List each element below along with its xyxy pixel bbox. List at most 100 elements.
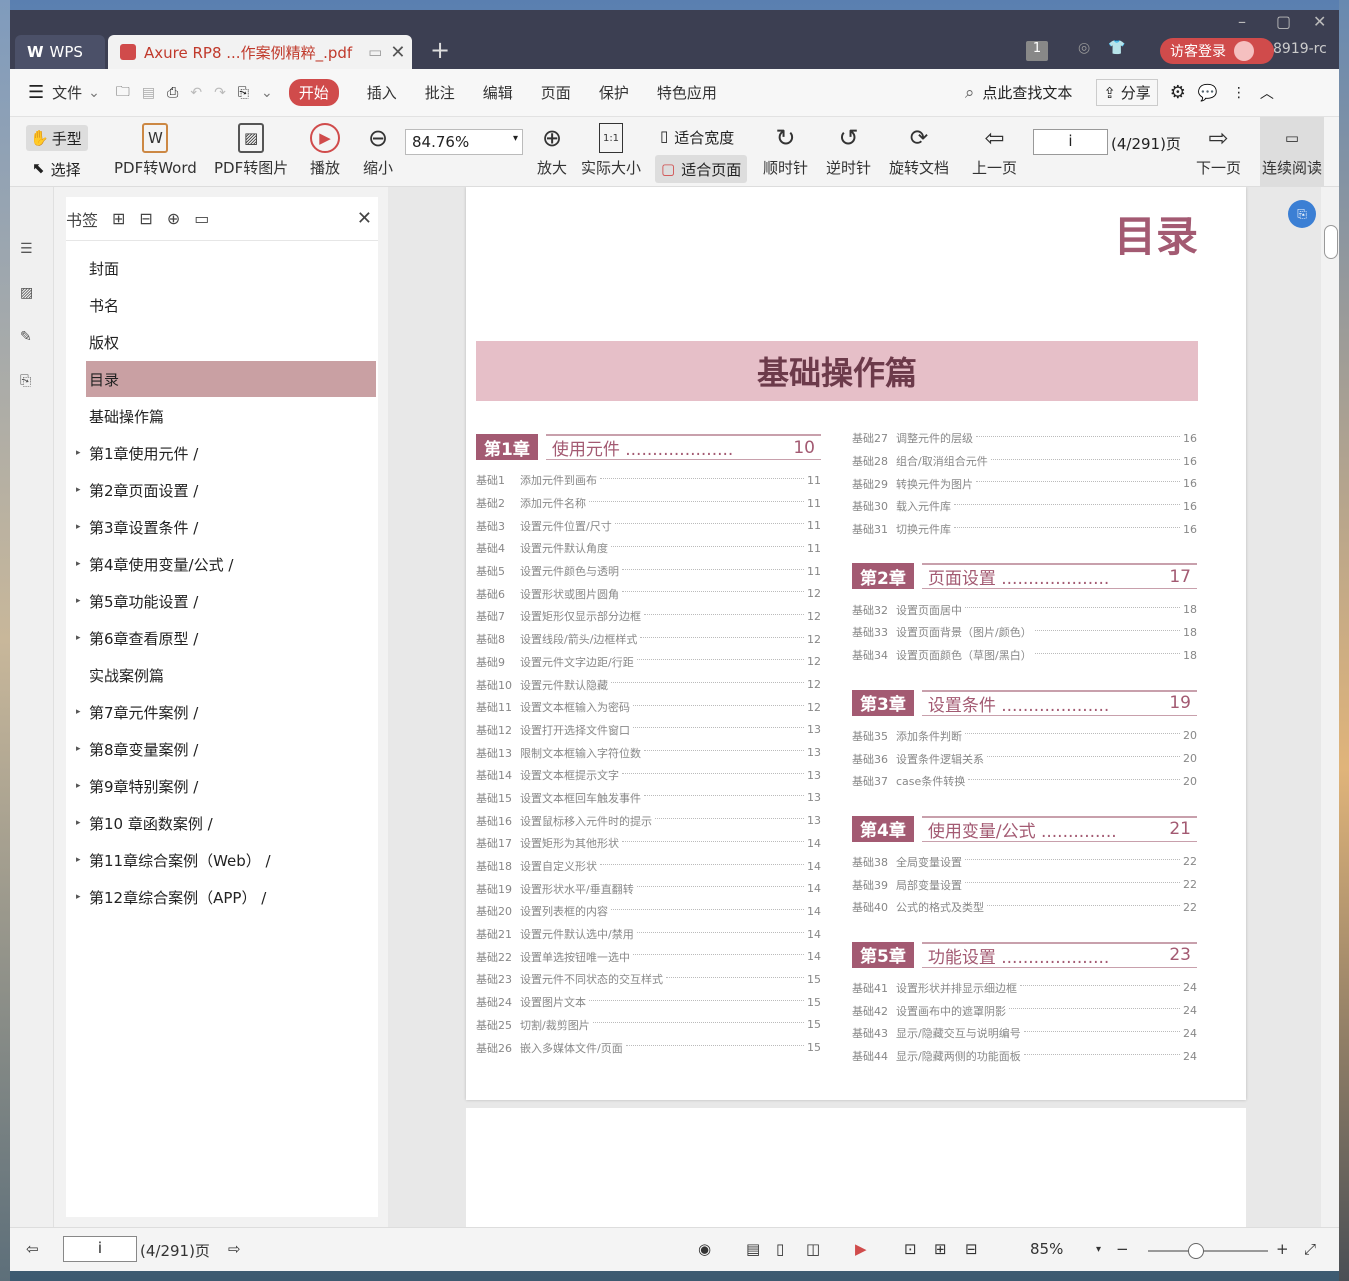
bookmark-item[interactable]: ▸ 第4章使用变量/公式 / bbox=[76, 546, 376, 582]
toc-entry[interactable]: 基础22 设置单选按钮唯一选中 14 bbox=[476, 945, 821, 968]
fullscreen-icon[interactable]: ⤢ bbox=[1304, 1240, 1316, 1258]
thumbnail-icon[interactable]: ▨ bbox=[20, 285, 42, 307]
collapse-all-icon[interactable]: ⊟ bbox=[139, 209, 152, 228]
bookmark-item[interactable]: 实战案例篇 bbox=[86, 657, 376, 693]
actual-size-small-icon[interactable]: ⊡ bbox=[904, 1240, 917, 1258]
expand-arrow-icon[interactable]: ▸ bbox=[76, 707, 81, 717]
fit-width-small-icon[interactable]: ⊟ bbox=[965, 1240, 978, 1258]
toc-entry[interactable]: 基础42 设置画布中的遮罩阴影 24 bbox=[852, 999, 1197, 1022]
minimize-icon[interactable]: – bbox=[1238, 12, 1246, 31]
page-input[interactable]: i bbox=[1033, 129, 1108, 155]
annotation-icon[interactable]: ✎ bbox=[20, 329, 42, 351]
zoom-dropdown-icon[interactable]: ▾ bbox=[1096, 1244, 1101, 1255]
redo-icon[interactable]: ↷ bbox=[214, 85, 226, 101]
fit-width-button[interactable]: ▯ 适合宽度 bbox=[660, 127, 734, 148]
toc-entry[interactable]: 基础23 设置元件不同状态的交互样式 15 bbox=[476, 968, 821, 991]
bookmark-icon[interactable]: ▭ bbox=[194, 209, 209, 228]
toc-entry[interactable]: 基础36 设置条件逻辑关系 20 bbox=[852, 747, 1197, 770]
toc-entry[interactable]: 基础29 转换元件为图片 16 bbox=[852, 472, 1197, 495]
fit-page-button[interactable]: ▢ 适合页面 bbox=[655, 155, 747, 183]
toc-entry[interactable]: 基础10 设置元件默认隐藏 12 bbox=[476, 673, 821, 696]
expand-arrow-icon[interactable]: ▸ bbox=[76, 744, 81, 754]
menu-protect[interactable]: 保护 bbox=[599, 82, 629, 103]
bookmark-item[interactable]: 基础操作篇 bbox=[86, 398, 376, 434]
bookmark-item[interactable]: 书名 bbox=[86, 287, 376, 323]
menu-icon[interactable]: ☰ bbox=[28, 82, 44, 103]
actual-size-button[interactable]: 1:1 实际大小 bbox=[581, 123, 641, 178]
toc-entry[interactable]: 基础25 切割/裁剪图片 15 bbox=[476, 1014, 821, 1037]
toc-entry[interactable]: 基础13 限制文本框输入字符位数 13 bbox=[476, 741, 821, 764]
toc-entry[interactable]: 基础3 设置元件位置/尺寸 11 bbox=[476, 514, 821, 537]
rotate-doc-button[interactable]: ⟳ 旋转文档 bbox=[889, 123, 949, 178]
toc-entry[interactable]: 基础24 设置图片文本 15 bbox=[476, 991, 821, 1014]
zoom-slider-thumb[interactable] bbox=[1188, 1243, 1204, 1259]
maximize-icon[interactable]: ▢ bbox=[1276, 12, 1291, 31]
bookmark-item[interactable]: 封面 bbox=[86, 250, 376, 286]
more-down-icon[interactable]: ⌄ bbox=[261, 85, 273, 101]
menu-insert[interactable]: 插入 bbox=[367, 82, 397, 103]
screen-icon[interactable]: ▭ bbox=[368, 43, 382, 61]
rotate-cw-button[interactable]: ↻ 顺时针 bbox=[763, 123, 808, 178]
select-tool-button[interactable]: ⬉ 选择 bbox=[32, 159, 81, 180]
zoom-slider[interactable] bbox=[1148, 1243, 1268, 1259]
zoom-in-button[interactable]: ⊕ 放大 bbox=[536, 123, 568, 178]
pdf-to-image-button[interactable]: ▨ PDF转图片 bbox=[214, 123, 288, 178]
bookmark-item[interactable]: ▸ 第3章设置条件 / bbox=[76, 509, 376, 545]
bookmark-item[interactable]: ▸ 第1章使用元件 / bbox=[76, 435, 376, 471]
continuous-page-icon[interactable]: ▯ bbox=[776, 1240, 784, 1258]
toc-entry[interactable]: 基础7 设置矩形仅显示部分边框 12 bbox=[476, 605, 821, 628]
menu-annotate[interactable]: 批注 bbox=[425, 82, 455, 103]
search-text[interactable]: 点此查找文本 bbox=[982, 82, 1072, 103]
expand-arrow-icon[interactable]: ▸ bbox=[76, 485, 81, 495]
toc-entry[interactable]: 基础1 添加元件到画布 11 bbox=[476, 469, 821, 492]
share-button[interactable]: ⇪ 分享 bbox=[1096, 79, 1158, 106]
bookmark-item[interactable]: ▸ 第9章特别案例 / bbox=[76, 768, 376, 804]
toc-entry[interactable]: 基础40 公式的格式及类型 22 bbox=[852, 896, 1197, 919]
continuous-read-button[interactable]: ▭ 连续阅读 bbox=[1260, 117, 1324, 187]
toc-entry[interactable]: 基础26 嵌入多媒体文件/页面 15 bbox=[476, 1036, 821, 1059]
hand-tool-button[interactable]: ✋ 手型 bbox=[26, 125, 88, 151]
single-page-icon[interactable]: ▤ bbox=[746, 1240, 760, 1258]
export-icon[interactable]: ⎘ bbox=[238, 85, 249, 101]
tab-wps[interactable]: W WPS bbox=[15, 35, 105, 69]
bookmark-item[interactable]: ▸ 第10 章函数案例 / bbox=[76, 805, 376, 841]
toc-entry[interactable]: 基础33 设置页面背景（图片/颜色） 18 bbox=[852, 621, 1197, 644]
expand-arrow-icon[interactable]: ▸ bbox=[76, 781, 81, 791]
toc-entry[interactable]: 基础21 设置元件默认选中/禁用 14 bbox=[476, 923, 821, 946]
open-icon[interactable]: 🗀 bbox=[116, 81, 130, 105]
tab-count-badge[interactable]: 1 bbox=[1026, 41, 1048, 61]
toc-entry[interactable]: 基础2 添加元件名称 11 bbox=[476, 492, 821, 515]
status-zoom[interactable]: 85% bbox=[1030, 1240, 1063, 1258]
document-viewer[interactable]: 目录 基础操作篇 第1章 使用元件 .................... 10 基… bbox=[388, 187, 1339, 1227]
toc-entry[interactable]: 基础8 设置线段/箭头/边框样式 12 bbox=[476, 628, 821, 651]
search-icon[interactable]: ⌕ bbox=[965, 83, 975, 103]
rotate-ccw-button[interactable]: ↺ 逆时针 bbox=[826, 123, 871, 178]
toc-entry[interactable]: 基础44 显示/隐藏两侧的功能面板 24 bbox=[852, 1045, 1197, 1068]
toc-entry[interactable]: 基础6 设置形状或图片圆角 12 bbox=[476, 582, 821, 605]
toc-entry[interactable]: 基础5 设置元件颜色与透明 11 bbox=[476, 560, 821, 583]
toc-entry[interactable]: 基础17 设置矩形为其他形状 14 bbox=[476, 832, 821, 855]
bookmark-item[interactable]: ▸ 第7章元件案例 / bbox=[76, 694, 376, 730]
toc-entry[interactable]: 基础37 case条件转换 20 bbox=[852, 770, 1197, 793]
save-icon[interactable]: ▤ bbox=[142, 85, 155, 101]
prev-page-button[interactable]: ⇦ 上一页 bbox=[972, 123, 1017, 178]
bookmark-item[interactable]: 目录 bbox=[86, 361, 376, 397]
toc-entry[interactable]: 基础43 显示/隐藏交互与说明编号 24 bbox=[852, 1022, 1197, 1045]
bookmark-item[interactable]: ▸ 第12章综合案例（APP） / bbox=[76, 879, 376, 915]
toc-entry[interactable]: 基础16 设置鼠标移入元件时的提示 13 bbox=[476, 809, 821, 832]
close-panel-icon[interactable]: ✕ bbox=[357, 208, 372, 229]
toc-entry[interactable]: 基础20 设置列表框的内容 14 bbox=[476, 900, 821, 923]
toc-entry[interactable]: 基础41 设置形状并排显示细边框 24 bbox=[852, 977, 1197, 1000]
toc-entry[interactable]: 基础12 设置打开选择文件窗口 13 bbox=[476, 719, 821, 742]
toc-entry[interactable]: 基础34 设置页面颜色（草图/黑白） 18 bbox=[852, 644, 1197, 667]
toc-entry[interactable]: 基础18 设置自定义形状 14 bbox=[476, 855, 821, 878]
expand-arrow-icon[interactable]: ▸ bbox=[76, 448, 81, 458]
menu-edit[interactable]: 编辑 bbox=[483, 82, 513, 103]
expand-arrow-icon[interactable]: ▸ bbox=[76, 818, 81, 828]
double-page-icon[interactable]: ◫ bbox=[806, 1240, 820, 1258]
play-red-icon[interactable]: ▶ bbox=[855, 1240, 867, 1258]
expand-arrow-icon[interactable]: ▸ bbox=[76, 892, 81, 902]
toc-entry[interactable]: 基础31 切换元件库 16 bbox=[852, 518, 1197, 541]
toc-entry[interactable]: 基础14 设置文本框提示文字 13 bbox=[476, 764, 821, 787]
expand-arrow-icon[interactable]: ▸ bbox=[76, 855, 81, 865]
